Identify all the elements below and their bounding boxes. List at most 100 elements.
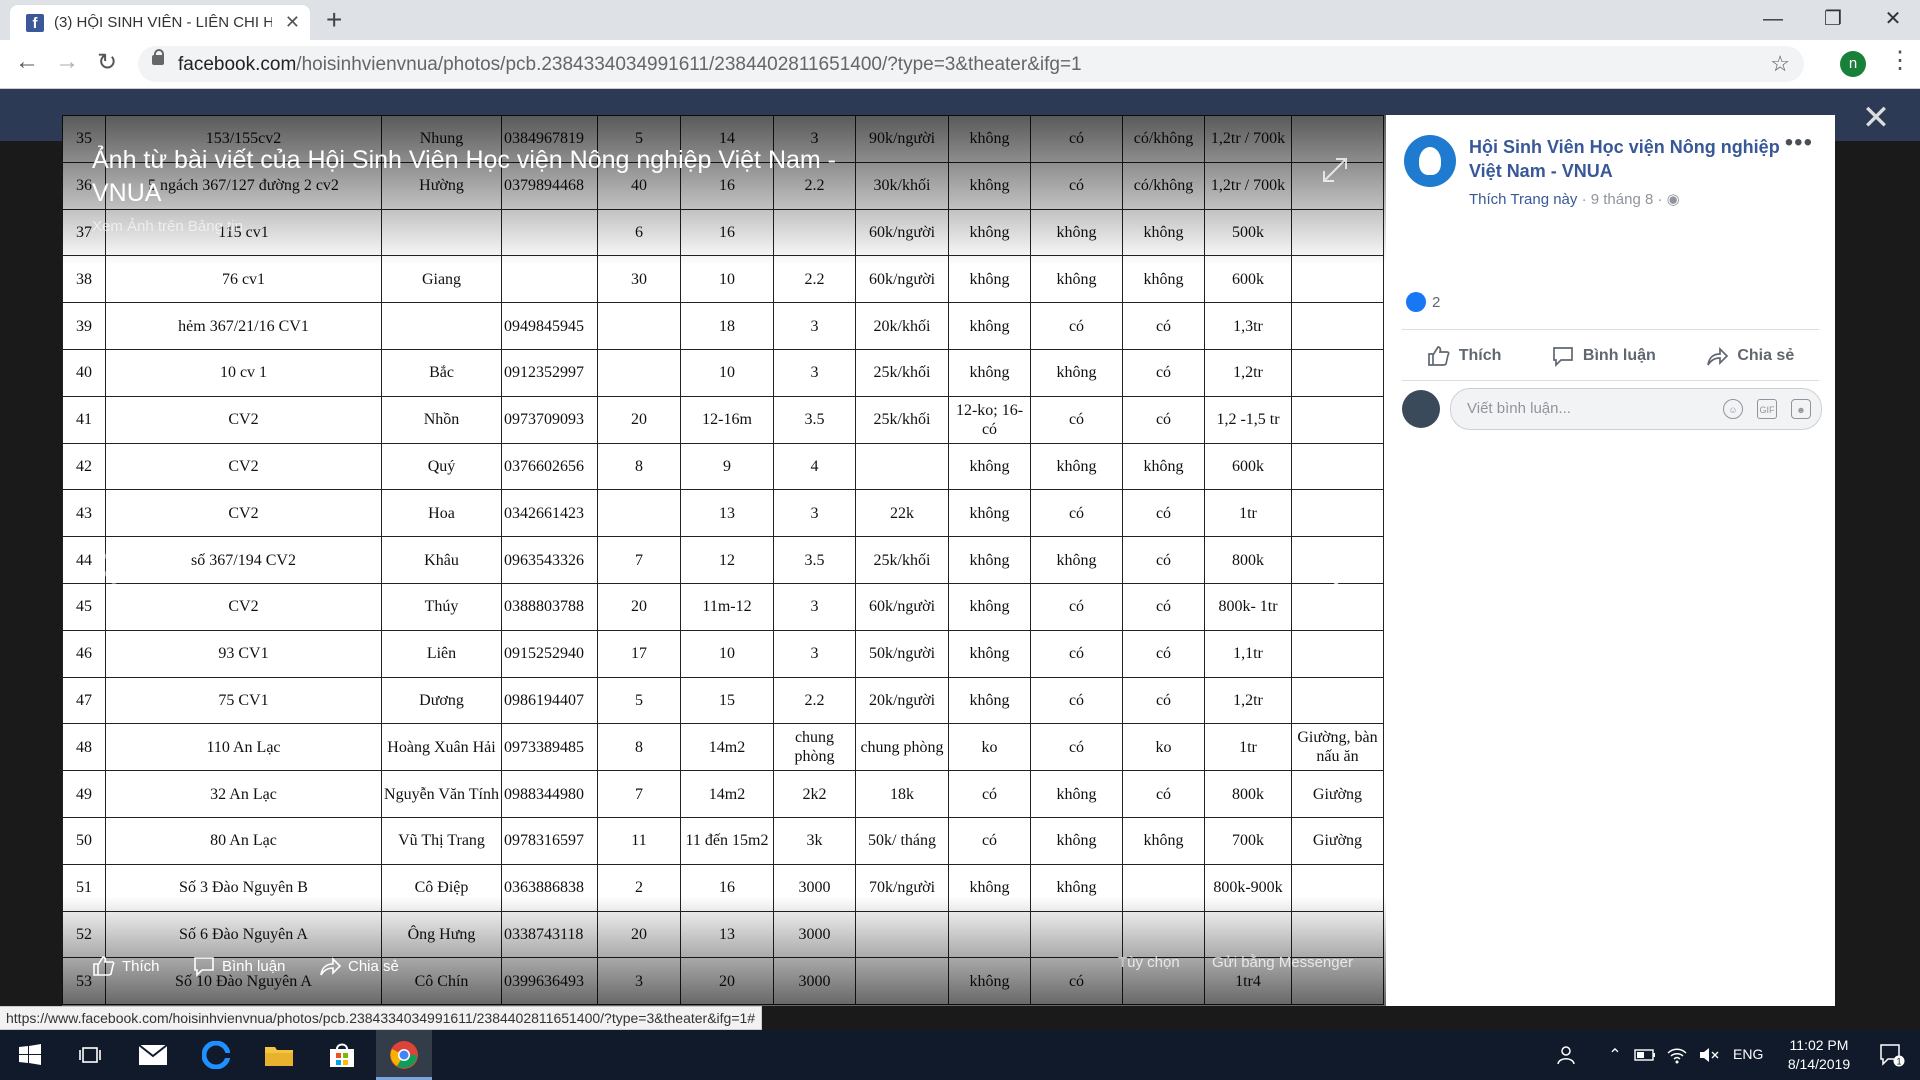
table-cell: Nguyễn Văn Tính (381, 770, 502, 818)
like-page-link[interactable]: Thích Trang này (1469, 191, 1577, 208)
table-cell: có (1122, 302, 1205, 350)
minimize-icon[interactable]: — (1750, 2, 1796, 36)
people-icon[interactable] (1548, 1030, 1588, 1080)
battery-icon[interactable] (1630, 1030, 1660, 1080)
table-cell: không (1122, 816, 1205, 865)
table-cell: 18k (855, 770, 949, 818)
table-cell: Giường (1291, 770, 1384, 818)
page-name-link[interactable]: Hội Sinh Viên Học viện Nông nghiệp Việt … (1469, 135, 1789, 183)
window-close-icon[interactable]: ✕ (1870, 2, 1916, 36)
wifi-icon[interactable] (1662, 1030, 1692, 1080)
previous-photo-arrow-icon[interactable] (92, 540, 122, 590)
volume-muted-icon[interactable] (1694, 1030, 1724, 1080)
table-cell (597, 302, 681, 350)
browser-menu-icon[interactable]: ⋮ (1888, 46, 1912, 75)
page-avatar[interactable] (1404, 135, 1456, 187)
table-cell: 3 (773, 302, 856, 350)
send-messenger-button[interactable]: Gửi bằng Messenger (1212, 954, 1353, 971)
restore-icon[interactable]: ❐ (1810, 2, 1856, 36)
like-button[interactable]: Thích (1427, 344, 1501, 368)
sticker-icon[interactable]: ☻ (1791, 399, 1811, 419)
edge-browser-icon[interactable] (188, 1030, 244, 1080)
table-cell: Nhồn (381, 395, 502, 444)
notification-center-icon[interactable]: 1 (1864, 1030, 1920, 1080)
gif-icon[interactable]: GIF (1757, 399, 1777, 419)
photo-options-button[interactable]: Tùy chọn (1118, 954, 1180, 971)
emoji-icon[interactable]: ☺ (1723, 399, 1743, 419)
table-cell: 0973389485 (501, 723, 598, 772)
windows-start-icon[interactable] (2, 1030, 58, 1080)
table-cell: 12-16m (680, 395, 774, 444)
mail-app-icon[interactable] (125, 1030, 181, 1080)
share-button[interactable]: Chia sẻ (1705, 344, 1794, 368)
reaction-summary[interactable]: 2 (1406, 292, 1440, 312)
table-cell: 0376602656 (501, 442, 598, 491)
table-cell (1291, 442, 1384, 491)
table-cell: 2k2 (773, 770, 856, 818)
photo-title[interactable]: Ảnh từ bài viết của Hội Sinh Viên Học vi… (92, 144, 852, 210)
reload-icon[interactable]: ↻ (92, 48, 122, 77)
photo-like-button[interactable]: Thích (92, 955, 160, 977)
post-date[interactable]: 9 tháng 8 (1591, 191, 1654, 208)
comment-composer: Viết bình luận... ☺ GIF ☻ (1402, 388, 1822, 430)
bookmark-star-icon[interactable]: ☆ (1770, 51, 1790, 77)
chrome-app-icon[interactable] (376, 1030, 432, 1080)
table-cell: Hoa (381, 489, 502, 538)
comment-input[interactable]: Viết bình luận... ☺ GIF ☻ (1450, 388, 1822, 430)
url-bar[interactable]: facebook.com/hoisinhvienvnua/photos/pcb.… (138, 46, 1804, 82)
url-text[interactable]: facebook.com/hoisinhvienvnua/photos/pcb.… (178, 54, 1082, 76)
photo-image[interactable]: 35153/155cv2Nhung0384967819514390k/người… (62, 115, 1386, 1006)
table-cell: có (1122, 348, 1205, 397)
table-cell: 60k/người (855, 582, 949, 631)
table-cell: ko (948, 723, 1031, 772)
table-cell: không (948, 302, 1031, 350)
tray-chevron-icon[interactable]: ⌃ (1600, 1030, 1630, 1080)
comment-button[interactable]: Bình luận (1551, 344, 1656, 368)
profile-avatar[interactable]: n (1840, 51, 1866, 77)
table-cell: 41 (62, 395, 106, 444)
close-viewer-icon[interactable]: ✕ (1858, 98, 1894, 138)
photo-share-button[interactable]: Chia sẻ (318, 955, 399, 977)
new-tab-button[interactable]: + (326, 4, 342, 36)
table-cell: có (1122, 676, 1205, 725)
table-cell: có (1122, 629, 1205, 678)
photo-comment-button[interactable]: Bình luận (192, 955, 285, 977)
table-cell: 0973709093 (501, 395, 598, 444)
table-cell: 42 (62, 442, 106, 491)
next-photo-arrow-icon[interactable] (1328, 540, 1358, 590)
lock-icon (152, 49, 164, 65)
fullscreen-expand-icon[interactable] (1320, 155, 1350, 185)
file-explorer-icon[interactable] (251, 1030, 307, 1080)
table-cell: 43 (62, 489, 106, 538)
forward-arrow-icon[interactable]: → (52, 48, 82, 76)
view-in-feed-link[interactable]: Xem Ảnh trên Bảng tin (92, 218, 243, 235)
table-cell: ko (1122, 723, 1205, 772)
table-cell: 0912352997 (501, 348, 598, 397)
task-view-icon[interactable] (62, 1030, 118, 1080)
back-arrow-icon[interactable]: ← (12, 48, 42, 76)
store-app-icon[interactable] (314, 1030, 370, 1080)
table-cell: 0986194407 (501, 676, 598, 725)
table-cell: 0342661423 (501, 489, 598, 538)
taskbar-clock[interactable]: 11:02 PM 8/14/2019 (1774, 1036, 1864, 1074)
browser-tab[interactable]: f (3) HỘI SINH VIÊN - LIÊN CHI HỘ ✕ (10, 5, 310, 40)
table-cell: có (1030, 676, 1123, 725)
table-cell: 39 (62, 302, 106, 350)
table-cell: Bắc (381, 348, 502, 397)
table-cell: có (948, 816, 1031, 865)
table-cell: không (948, 536, 1031, 584)
table-cell: 0915252940 (501, 629, 598, 678)
table-cell: 12-ko; 16-có (948, 395, 1031, 444)
tab-title: (3) HỘI SINH VIÊN - LIÊN CHI HỘ (54, 14, 272, 31)
table-cell: Liên (381, 629, 502, 678)
table-cell: 14m2 (680, 770, 774, 818)
reaction-count: 2 (1432, 293, 1441, 311)
table-cell: 800k (1204, 536, 1292, 584)
tab-close-icon[interactable]: ✕ (285, 12, 300, 33)
input-language[interactable]: ENG (1733, 1046, 1763, 1062)
user-avatar[interactable] (1402, 390, 1440, 428)
table-cell (381, 302, 502, 350)
table-cell: 3 (773, 629, 856, 678)
post-options-icon[interactable]: ••• (1785, 129, 1813, 157)
table-row: 48 110 An Lạc Hoàng Xuân Hải 0973389485 8 14m… (62, 723, 1384, 772)
